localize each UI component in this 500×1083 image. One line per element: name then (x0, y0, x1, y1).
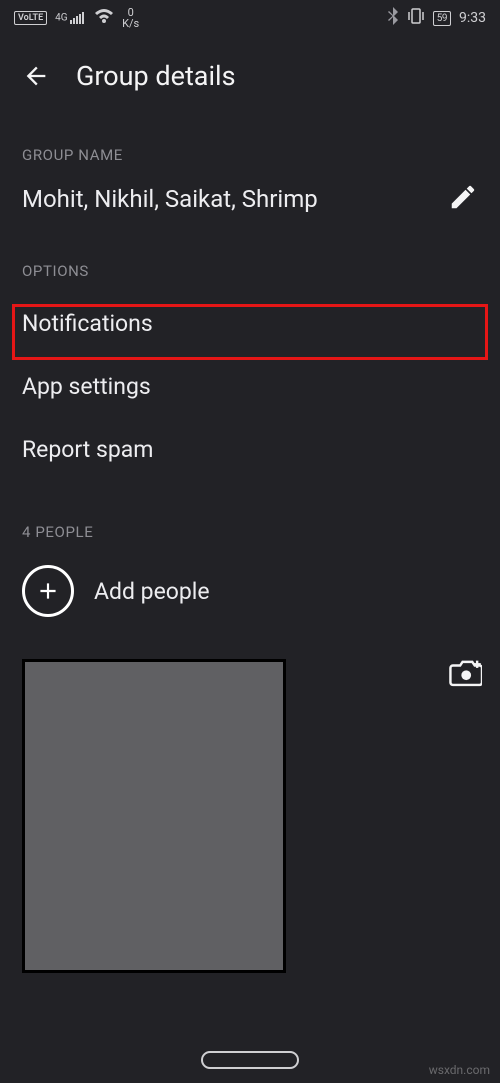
data-speed-icon: 0 K/s (122, 7, 139, 29)
option-notifications[interactable]: Notifications (0, 292, 500, 355)
group-name-section-label: GROUP NAME (0, 110, 500, 176)
group-name-text: Mohit, Nikhil, Saikat, Shrimp (22, 185, 318, 213)
app-header: Group details (0, 36, 500, 110)
camera-add-icon[interactable] (448, 660, 482, 688)
group-name-row: Mohit, Nikhil, Saikat, Shrimp (0, 176, 500, 226)
wifi-icon (94, 8, 114, 28)
add-people-label: Add people (94, 578, 210, 605)
page-title: Group details (76, 60, 236, 92)
add-people-button[interactable]: Add people (0, 553, 500, 641)
navigation-pill[interactable] (201, 1051, 299, 1069)
network-type-icon: 4G (55, 12, 86, 24)
clock: 9:33 (459, 10, 486, 26)
back-arrow-icon[interactable] (22, 62, 50, 90)
vibrate-icon (407, 8, 425, 28)
status-bar: VoLTE 4G 0 K/s 59 9:33 (0, 0, 500, 36)
option-report-spam[interactable]: Report spam (0, 418, 500, 481)
bluetooth-icon (387, 7, 399, 29)
options-section-label: OPTIONS (0, 226, 500, 292)
battery-icon: 59 (433, 11, 451, 26)
status-left: VoLTE 4G 0 K/s (14, 7, 139, 29)
status-right: 59 9:33 (387, 7, 486, 29)
volte-icon: VoLTE (14, 11, 47, 25)
people-section-label: 4 PEOPLE (0, 481, 500, 553)
option-app-settings[interactable]: App settings (0, 355, 500, 418)
member-thumbnail[interactable] (22, 659, 286, 973)
watermark: wsxdn.com (429, 1063, 490, 1077)
edit-pencil-icon[interactable] (448, 182, 478, 216)
plus-circle-icon (22, 565, 74, 617)
